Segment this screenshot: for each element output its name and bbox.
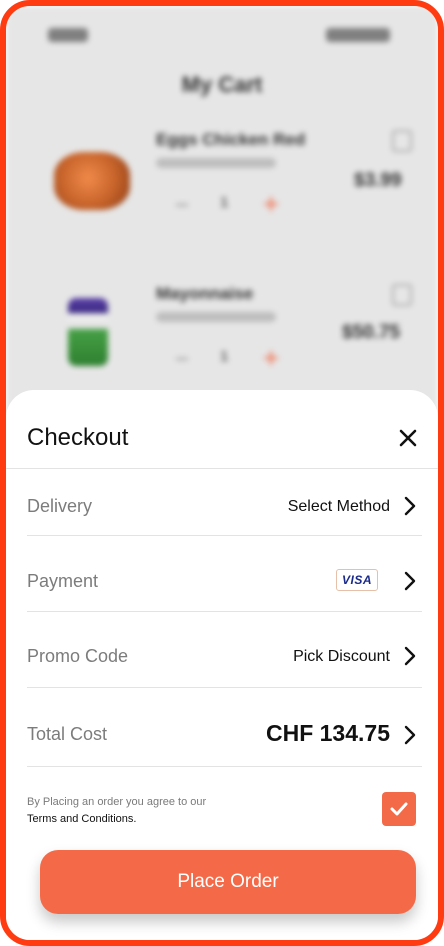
cart-item-name: Mayonnaise [156,284,254,303]
visa-card-icon: VISA [336,569,378,591]
promo-code-row[interactable]: Promo Code Pick Discount [6,612,438,687]
delivery-value: Select Method [287,498,390,515]
chevron-right-icon [404,496,416,516]
promo-code-value: Pick Discount [293,648,390,665]
terms-link[interactable]: Terms and Conditions. [27,813,136,825]
chevron-right-icon [404,571,416,591]
minus-icon [176,358,188,360]
close-icon [399,429,417,447]
total-cost-label: Total Cost [27,724,108,744]
agree-checkbox[interactable] [382,792,416,826]
cart-item-price: $50.75 [342,322,401,343]
delivery-label: Delivery [27,496,93,516]
delivery-row[interactable]: Delivery Select Method [6,469,438,535]
agreement-text: By Placing an order you agree to our [27,796,207,808]
cart-item-quantity: 1 [220,194,229,211]
minus-icon [176,204,188,206]
chevron-right-icon [404,646,416,666]
close-button[interactable] [396,426,420,450]
checkout-title: Checkout [27,424,129,451]
payment-row[interactable]: Payment VISA [6,536,438,611]
payment-label: Payment [27,571,99,591]
cart-item-quantity: 1 [220,348,229,365]
trash-icon [392,284,412,306]
promo-code-label: Promo Code [27,646,129,666]
phone-frame: My Cart Eggs Chicken Red $3.99 1 Mayonna… [0,0,444,946]
status-bar-icons [326,28,390,42]
cart-item-subtitle [156,312,276,322]
checkout-sheet: Checkout Delivery Select Method Payment … [6,390,438,940]
total-cost-row[interactable]: Total Cost CHF 134.75 [6,688,438,766]
plus-icon [264,351,278,365]
product-image-chicken [54,152,130,210]
trash-icon [392,130,412,152]
place-order-button[interactable]: Place Order [40,850,416,914]
total-cost-value: CHF 134.75 [265,720,390,746]
chevron-right-icon [404,725,416,745]
status-bar-time [48,28,88,42]
plus-icon [264,197,278,211]
cart-item-subtitle [156,158,276,168]
cart-item-name: Eggs Chicken Red [156,130,306,149]
card-brand: VISA [341,573,372,587]
cart-title: My Cart [181,72,263,97]
check-icon [390,802,408,816]
product-image-mayonnaise [68,298,108,366]
divider [27,766,422,767]
cart-item-price: $3.99 [354,170,402,191]
